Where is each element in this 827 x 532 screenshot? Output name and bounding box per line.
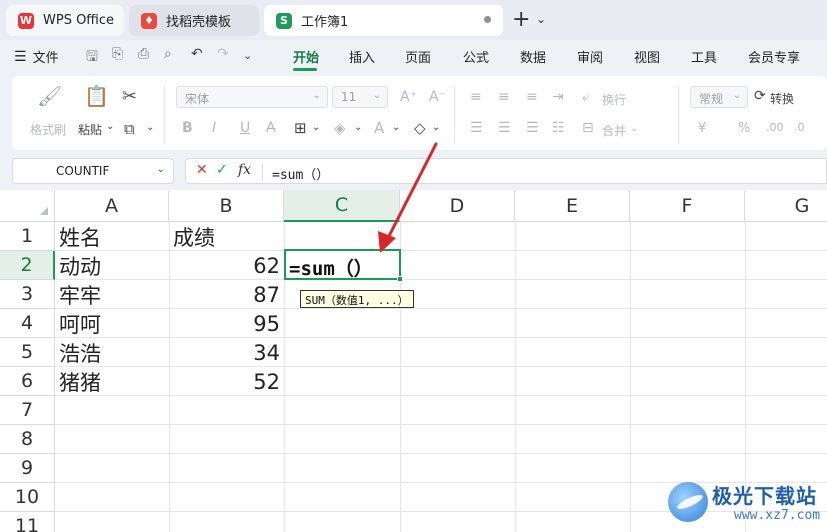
watermark-logo-icon <box>668 482 708 522</box>
watermark-url: www.xz7.com <box>734 508 821 523</box>
site-watermark: 极光下载站 www.xz7.com <box>668 478 823 528</box>
watermark-title: 极光下载站 <box>712 484 817 508</box>
annotation-arrow-icon <box>378 142 438 253</box>
